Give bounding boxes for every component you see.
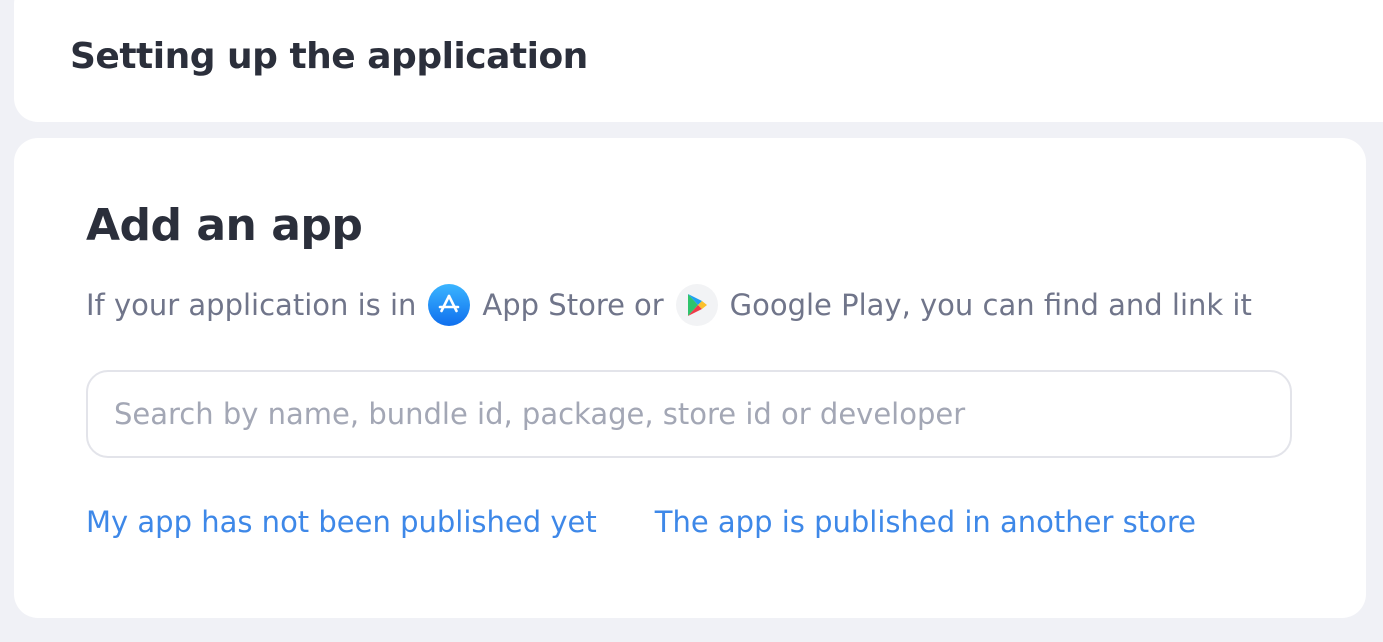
add-app-card: Add an app If your application is in App… [14, 138, 1366, 618]
add-app-heading: Add an app [86, 200, 363, 251]
google-play-label: Google Play, you can find and link it [729, 288, 1252, 322]
page-title: Setting up the application [70, 36, 588, 77]
google-play-icon [675, 284, 718, 326]
description-prefix: If your application is in [86, 288, 417, 322]
app-search-box[interactable] [86, 370, 1292, 458]
store-description: If your application is in App Store or G… [86, 283, 1252, 327]
other-store-link[interactable]: The app is published in another store [655, 500, 1196, 544]
app-search-input[interactable] [88, 372, 1264, 456]
app-store-label: App Store [482, 288, 625, 322]
not-published-link[interactable]: My app has not been published yet [86, 500, 597, 544]
alternative-links: My app has not been published yet The ap… [86, 500, 1196, 544]
connector-text: or [633, 288, 664, 322]
app-store-icon [428, 284, 471, 326]
